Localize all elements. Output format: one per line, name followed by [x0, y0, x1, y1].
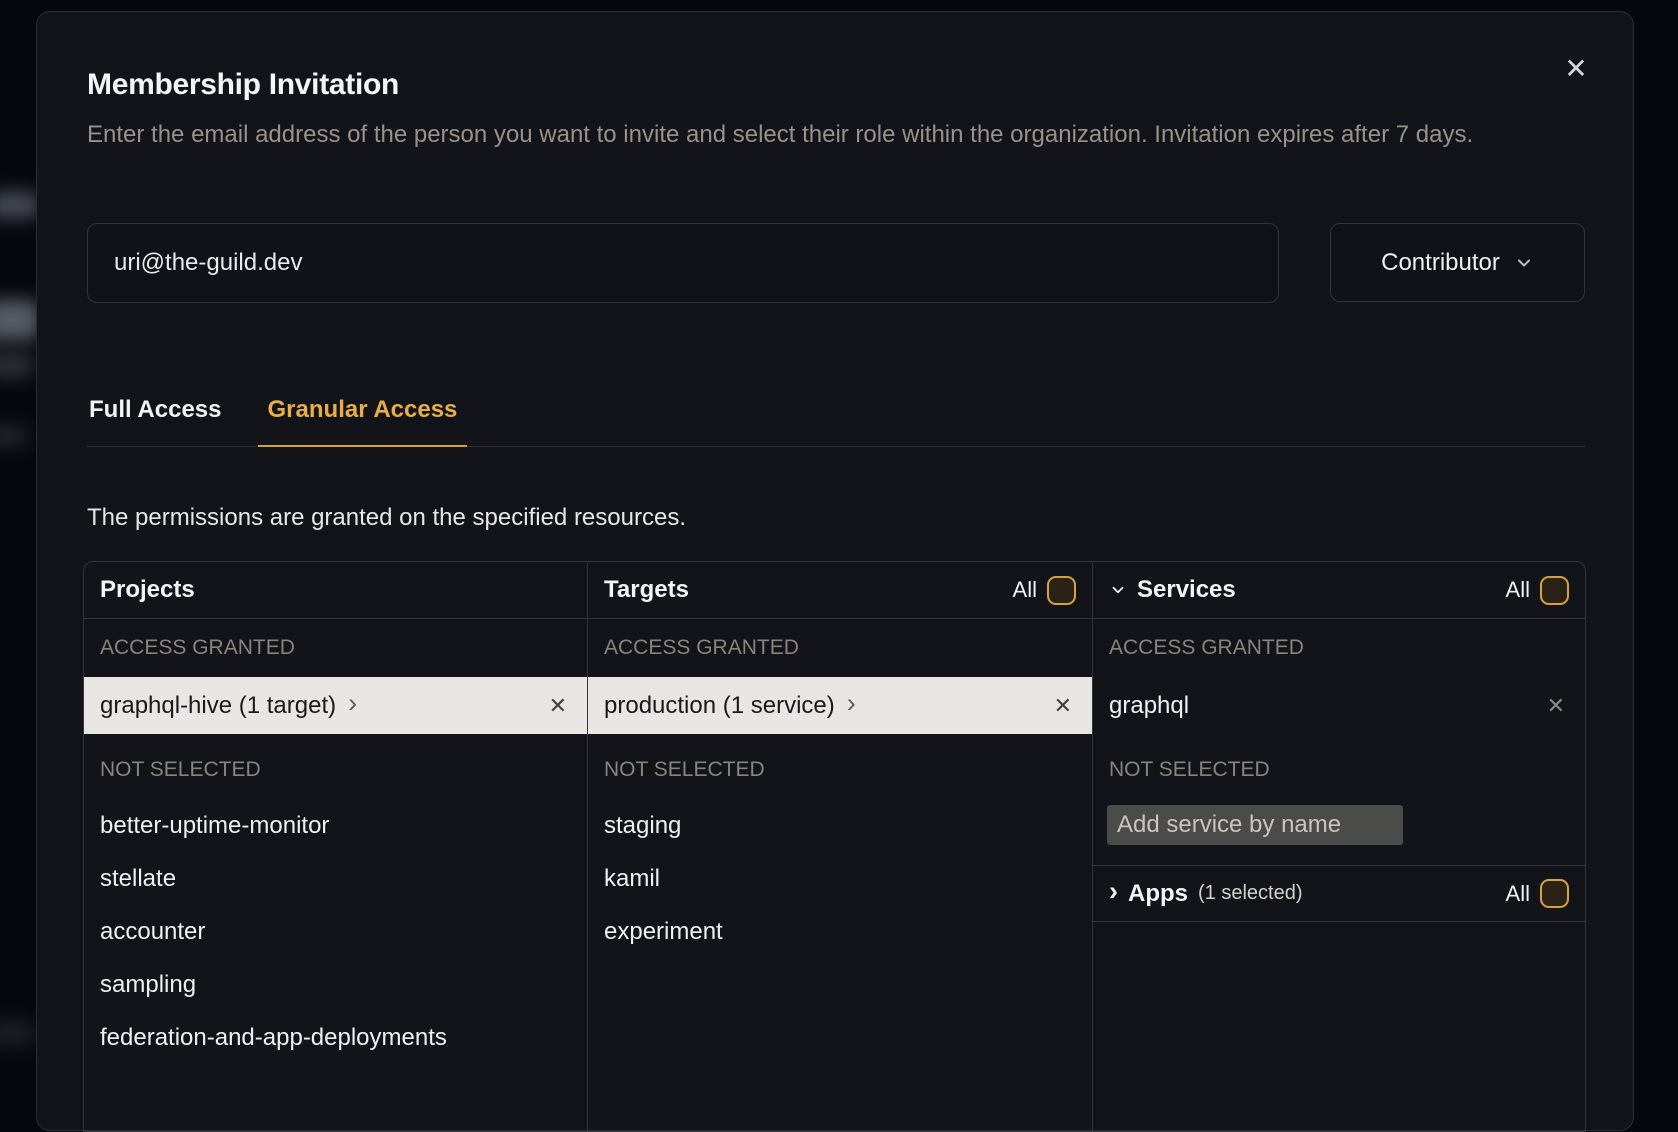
- not-selected-label: NOT SELECTED: [1093, 747, 1585, 792]
- apps-all-group: All: [1506, 879, 1569, 908]
- services-all-label: All: [1506, 577, 1530, 603]
- resources-table: Projects ACCESS GRANTED graphql-hive (1 …: [83, 561, 1586, 1132]
- services-column: Services All ACCESS GRANTED graphql ✕ NO…: [1092, 562, 1585, 1131]
- project-option[interactable]: stellate: [84, 852, 587, 905]
- targets-all-label: All: [1013, 577, 1037, 603]
- targets-column: Targets All ACCESS GRANTED production (1…: [587, 562, 1092, 1131]
- apps-all-label: All: [1506, 881, 1530, 907]
- access-tabs: Full Access Granular Access: [87, 382, 1585, 447]
- targets-not-selected-list: staging kamil experiment: [588, 799, 1092, 958]
- permissions-note: The permissions are granted on the speci…: [87, 504, 686, 532]
- invite-email-input[interactable]: [87, 223, 1279, 303]
- projects-column: Projects ACCESS GRANTED graphql-hive (1 …: [84, 562, 587, 1131]
- granted-target-row[interactable]: production (1 service) › ✕: [588, 677, 1092, 734]
- projects-title: Projects: [100, 576, 195, 604]
- not-selected-label: NOT SELECTED: [588, 747, 1092, 792]
- target-option[interactable]: kamil: [588, 852, 1092, 905]
- access-granted-label: ACCESS GRANTED: [588, 619, 1092, 677]
- projects-column-header: Projects: [84, 562, 587, 619]
- granted-project-label: graphql-hive (1 target): [100, 692, 336, 720]
- projects-not-selected-list: better-uptime-monitor stellate accounter…: [84, 799, 587, 1064]
- target-option[interactable]: staging: [588, 799, 1092, 852]
- not-selected-label: NOT SELECTED: [84, 747, 587, 792]
- granted-service-label: graphql: [1109, 692, 1189, 720]
- project-option[interactable]: accounter: [84, 905, 587, 958]
- chevron-right-icon[interactable]: ›: [1109, 876, 1118, 907]
- targets-title: Targets: [604, 576, 689, 604]
- access-granted-label: ACCESS GRANTED: [84, 619, 587, 677]
- membership-invitation-dialog: ✕ Membership Invitation Enter the email …: [36, 11, 1634, 1131]
- services-all-group: All: [1506, 576, 1569, 605]
- background-blur-content: [0, 300, 40, 340]
- target-option[interactable]: experiment: [588, 905, 1092, 958]
- targets-all-checkbox[interactable]: [1047, 576, 1076, 605]
- role-select[interactable]: Contributor: [1330, 223, 1585, 302]
- close-icon[interactable]: ✕: [1559, 52, 1593, 86]
- background-blur-content: [0, 425, 28, 447]
- granted-project-row[interactable]: graphql-hive (1 target) › ✕: [84, 677, 587, 734]
- background-blur-content: [0, 1020, 36, 1046]
- project-option[interactable]: federation-and-app-deployments: [84, 1011, 587, 1064]
- dialog-title: Membership Invitation: [87, 68, 399, 102]
- targets-column-header: Targets All: [588, 562, 1092, 619]
- tab-full-access[interactable]: Full Access: [87, 382, 224, 446]
- tab-granular-access[interactable]: Granular Access: [258, 382, 468, 447]
- granted-service-row[interactable]: graphql ✕: [1093, 677, 1585, 734]
- granted-target-label: production (1 service): [604, 692, 835, 720]
- chevron-down-icon: [1514, 253, 1534, 273]
- role-select-value: Contributor: [1381, 249, 1500, 277]
- services-all-checkbox[interactable]: [1540, 576, 1569, 605]
- project-option[interactable]: better-uptime-monitor: [84, 799, 587, 852]
- apps-title: Apps: [1128, 880, 1188, 908]
- access-granted-label: ACCESS GRANTED: [1093, 619, 1585, 677]
- chevron-down-icon[interactable]: [1109, 581, 1127, 599]
- services-title: Services: [1137, 576, 1236, 604]
- remove-target-icon[interactable]: ✕: [1054, 693, 1072, 719]
- dialog-description: Enter the email address of the person yo…: [87, 116, 1587, 153]
- apps-row[interactable]: › Apps (1 selected) All: [1093, 865, 1585, 922]
- background-blur-content: [0, 352, 34, 378]
- background-blur-content: [0, 192, 40, 218]
- apps-selected-count: (1 selected): [1198, 882, 1303, 905]
- apps-all-checkbox[interactable]: [1540, 879, 1569, 908]
- chevron-right-icon: ›: [348, 690, 357, 717]
- targets-all-group: All: [1013, 576, 1076, 605]
- remove-project-icon[interactable]: ✕: [549, 693, 567, 719]
- project-option[interactable]: sampling: [84, 958, 587, 1011]
- services-column-header: Services All: [1093, 562, 1585, 619]
- chevron-right-icon: ›: [847, 690, 856, 717]
- remove-service-icon[interactable]: ✕: [1547, 693, 1565, 719]
- add-service-input[interactable]: [1107, 805, 1403, 845]
